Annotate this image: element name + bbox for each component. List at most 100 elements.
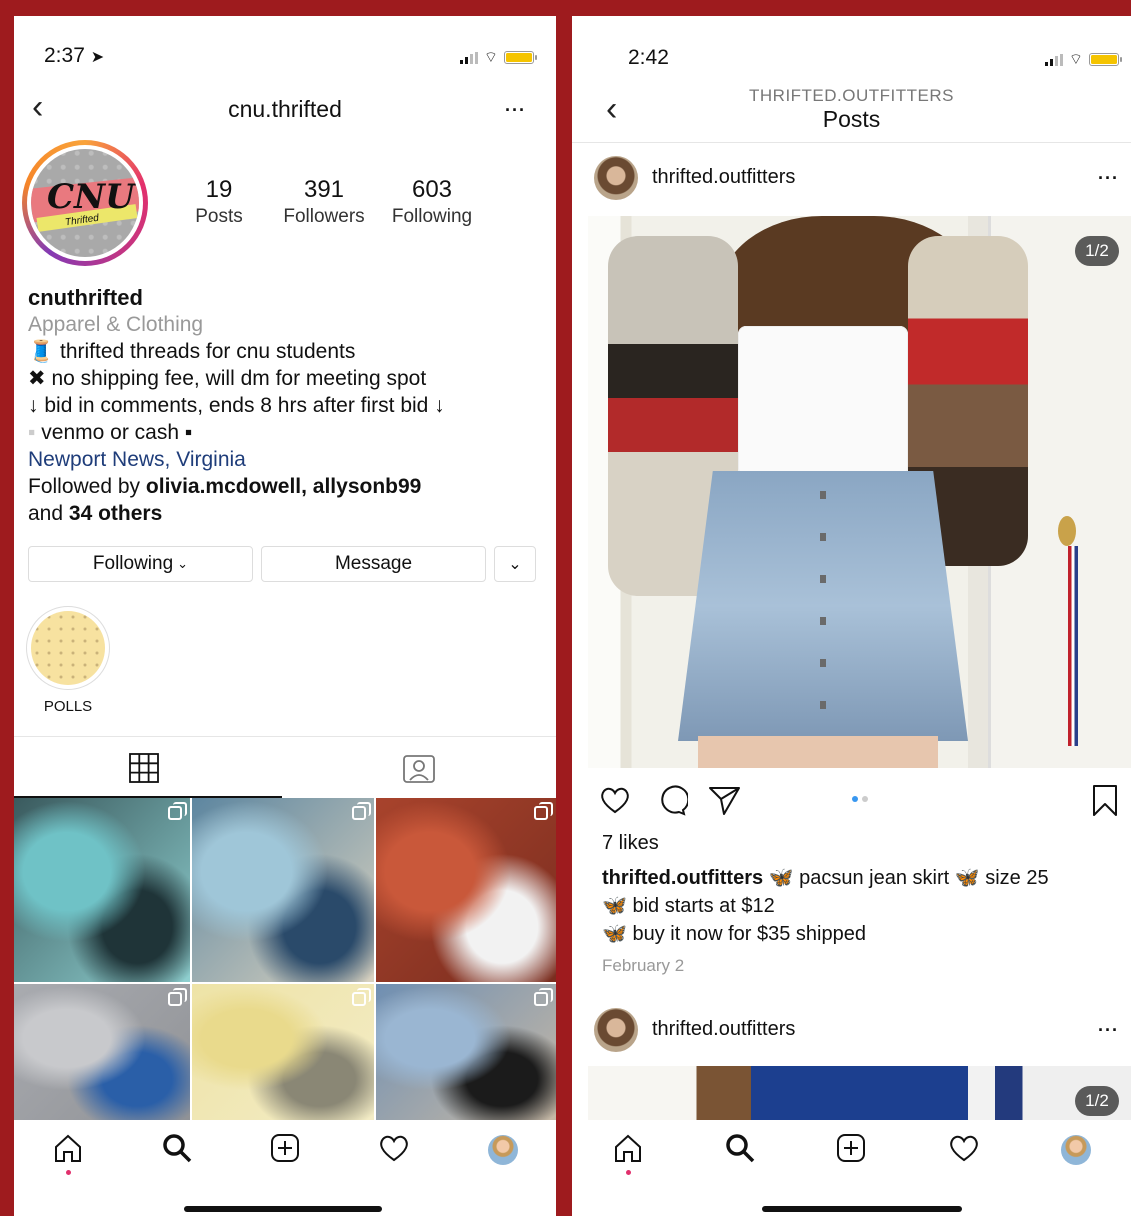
tagged-person-icon bbox=[403, 755, 435, 783]
stat-following-value: 603 bbox=[411, 176, 453, 203]
chevron-down-icon: ⌄ bbox=[508, 556, 522, 573]
bio-line-4: ▪ venmo or cash ▪ bbox=[28, 419, 548, 446]
post2-author-avatar[interactable] bbox=[594, 1008, 638, 1052]
bio-line-3: ↓ bid in comments, ends 8 hrs after firs… bbox=[28, 392, 548, 419]
comment-button[interactable] bbox=[654, 784, 690, 821]
location-arrow-icon: ➤ bbox=[90, 49, 105, 66]
square-icon: ▪ bbox=[28, 421, 36, 444]
profile-avatar[interactable]: CNU Thrifted bbox=[22, 140, 148, 266]
battery-icon bbox=[504, 51, 537, 64]
activity-tab[interactable] bbox=[947, 1132, 981, 1169]
bookmark-icon bbox=[1093, 785, 1117, 816]
bottom-tab-bar bbox=[572, 1120, 1131, 1180]
multiple-photos-icon bbox=[534, 802, 553, 820]
grid-post-thumbnail[interactable] bbox=[376, 798, 556, 982]
wifi-icon: ⌔ bbox=[483, 49, 498, 66]
multiple-photos-icon bbox=[168, 802, 187, 820]
grid-icon bbox=[129, 753, 159, 783]
post2-image[interactable]: 1/2 bbox=[588, 1066, 1131, 1120]
highlight-polls[interactable] bbox=[26, 606, 110, 690]
post-caption: thrifted.outfitters 🦋 pacsun jean skirt … bbox=[602, 864, 1114, 948]
notification-dot bbox=[66, 1169, 72, 1175]
message-button[interactable]: Message bbox=[261, 546, 486, 582]
home-icon bbox=[55, 1134, 82, 1162]
grid-post-thumbnail[interactable] bbox=[376, 984, 556, 1120]
followed-by-others: 34 others bbox=[68, 502, 163, 525]
tagged-view-tab[interactable] bbox=[402, 752, 436, 789]
post2-author-username[interactable]: thrifted.outfitters bbox=[652, 1018, 795, 1041]
followed-by-others-line[interactable]: and 34 others bbox=[28, 500, 548, 527]
multiple-photos-icon bbox=[534, 988, 553, 1006]
following-button-label: Following bbox=[92, 553, 174, 574]
profile-avatar-icon bbox=[487, 1135, 518, 1165]
profile-tab[interactable] bbox=[487, 1135, 518, 1165]
like-button[interactable] bbox=[598, 784, 632, 821]
suggestions-dropdown-button[interactable]: ⌄ bbox=[494, 546, 536, 582]
heart-icon bbox=[950, 1135, 979, 1161]
home-tab[interactable] bbox=[52, 1132, 84, 1175]
spool-icon: 🧵 bbox=[28, 340, 55, 363]
right-phone-screen: 2:42 ⌔ ‹ THRIFTED.OUTFITTERS Posts thrif… bbox=[572, 16, 1131, 1216]
post-author-avatar[interactable] bbox=[594, 156, 638, 200]
likes-count[interactable]: 7 likes bbox=[602, 832, 659, 855]
profile-name: cnuthrifted bbox=[28, 285, 143, 310]
save-button[interactable] bbox=[1090, 784, 1120, 823]
stat-posts[interactable]: 19 Posts bbox=[184, 176, 254, 228]
more-options-icon[interactable]: ··· bbox=[505, 100, 526, 121]
post-image[interactable]: 1/2 bbox=[588, 216, 1131, 768]
status-time: 2:37 ➤ bbox=[44, 44, 104, 68]
grid-post-thumbnail[interactable] bbox=[192, 798, 374, 982]
highlight-polls-label: POLLS bbox=[43, 698, 93, 715]
home-tab[interactable] bbox=[612, 1132, 644, 1175]
header-account: THRIFTED.OUTFITTERS bbox=[749, 86, 954, 105]
heart-icon bbox=[601, 787, 629, 814]
new-post-tab[interactable] bbox=[835, 1132, 867, 1169]
username-title-text: cnu.thrifted bbox=[228, 96, 342, 122]
post2-more-options-icon[interactable]: ··· bbox=[1098, 1020, 1119, 1041]
post-more-options-icon[interactable]: ··· bbox=[1098, 168, 1119, 189]
carousel-dots bbox=[852, 796, 868, 802]
stat-followers[interactable]: 391 Followers bbox=[276, 176, 372, 228]
caption-line-2: 🦋 bid starts at $12 bbox=[602, 895, 775, 917]
plus-square-icon bbox=[270, 1133, 299, 1162]
status-icons: ⌔ bbox=[459, 48, 537, 67]
followed-by-names: olivia.mcdowell, allysonb99 bbox=[145, 475, 422, 498]
grid-view-tab[interactable] bbox=[128, 752, 160, 789]
stat-following-label: Following bbox=[391, 206, 473, 227]
grid-post-thumbnail[interactable] bbox=[14, 798, 190, 982]
profile-category: Apparel & Clothing bbox=[28, 313, 204, 336]
polls-cover bbox=[31, 611, 105, 685]
home-indicator bbox=[762, 1206, 962, 1212]
post-author-username[interactable]: thrifted.outfitters bbox=[652, 166, 795, 189]
carousel-dot-active bbox=[852, 796, 858, 802]
following-button[interactable]: Following ⌄ bbox=[28, 546, 253, 582]
multiple-photos-icon bbox=[352, 988, 371, 1006]
bio-line-4-text: venmo or cash ▪ bbox=[41, 421, 193, 444]
new-post-tab[interactable] bbox=[269, 1132, 301, 1169]
grid-post-thumbnail[interactable] bbox=[192, 984, 374, 1120]
caption-username[interactable]: thrifted.outfitters bbox=[602, 867, 763, 889]
wifi-icon: ⌔ bbox=[1068, 51, 1083, 68]
carousel-dot bbox=[862, 796, 868, 802]
battery-icon bbox=[1089, 53, 1122, 66]
status-time: 2:42 bbox=[628, 46, 669, 69]
followed-by-prefix: Followed by bbox=[28, 475, 141, 498]
grid-post-thumbnail[interactable] bbox=[14, 984, 190, 1120]
down-arrow-icon: ↓ bbox=[28, 394, 39, 417]
followed-by[interactable]: Followed by olivia.mcdowell, allysonb99 bbox=[28, 473, 548, 500]
bio-line-2-text: no shipping fee, will dm for meeting spo… bbox=[51, 367, 427, 390]
share-button[interactable] bbox=[708, 784, 742, 821]
bottom-tab-bar bbox=[14, 1120, 556, 1180]
search-tab[interactable] bbox=[161, 1132, 193, 1169]
bio-line-1-text: thrifted threads for cnu students bbox=[60, 340, 356, 363]
stat-followers-value: 391 bbox=[303, 176, 345, 203]
search-tab[interactable] bbox=[724, 1132, 756, 1169]
profile-location-link[interactable]: Newport News, Virginia bbox=[28, 446, 548, 473]
stat-posts-value: 19 bbox=[205, 176, 233, 203]
multiple-photos-icon bbox=[168, 988, 187, 1006]
bio-line-1: 🧵 thrifted threads for cnu students bbox=[28, 338, 548, 365]
activity-tab[interactable] bbox=[377, 1132, 411, 1169]
search-icon bbox=[162, 1133, 191, 1162]
profile-tab[interactable] bbox=[1061, 1135, 1092, 1165]
stat-following[interactable]: 603 Following bbox=[384, 176, 480, 228]
